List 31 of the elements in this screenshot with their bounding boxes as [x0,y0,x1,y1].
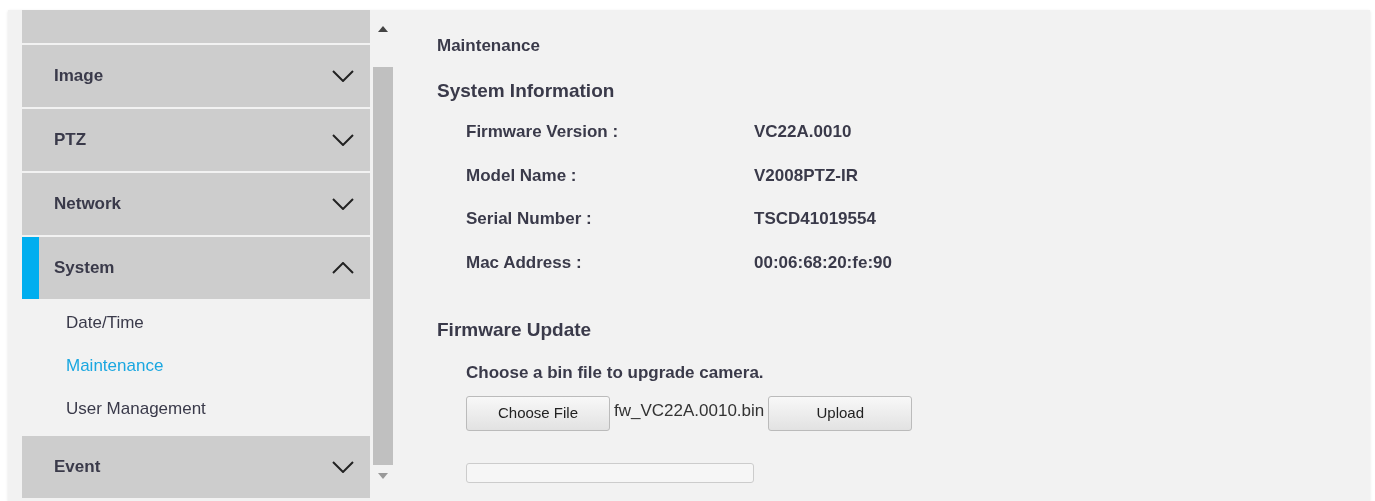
info-label: Model Name : [466,164,578,187]
scroll-down-icon [378,473,388,479]
info-value: VC22A.0010 [754,121,852,143]
scrollbar-thumb[interactable] [373,67,393,465]
menu-item[interactable]: Network [22,173,370,235]
scroll-up-icon[interactable] [378,26,388,32]
upload-button[interactable]: Upload [768,395,913,431]
chevron-up-icon [332,262,354,274]
menu-item[interactable]: System [22,237,370,299]
info-value: V2008PTZ-IR [754,164,858,187]
choose-file-button[interactable]: Choose File [466,395,610,431]
submenu-item[interactable]: User Management [22,387,370,430]
info-label: Mac Address : [466,251,583,274]
menu-item[interactable]: Image [22,45,370,107]
chevron-down-icon [332,134,354,146]
active-indicator [22,237,39,299]
submenu-item[interactable]: Date/Time [22,301,370,344]
instruction-text: Choose a bin file to upgrade camera. [466,362,765,384]
info-label: Firmware Version : [466,121,620,143]
chevron-down-icon [332,70,354,82]
menu-item[interactable]: Event [22,436,370,498]
info-value: 00:06:68:20:fe:90 [754,251,892,274]
file-name: fw_VC22A.0010.bin [614,399,765,422]
info-label: Serial Number : [466,208,593,230]
menu-item[interactable]: PTZ [22,109,370,171]
page-title: Maintenance [437,35,541,57]
chevron-down-icon [332,198,354,210]
chevron-down-icon [332,461,354,473]
section-heading: System Information [437,79,616,103]
section-heading: Firmware Update [437,318,593,342]
info-value: TSCD41019554 [754,208,876,230]
